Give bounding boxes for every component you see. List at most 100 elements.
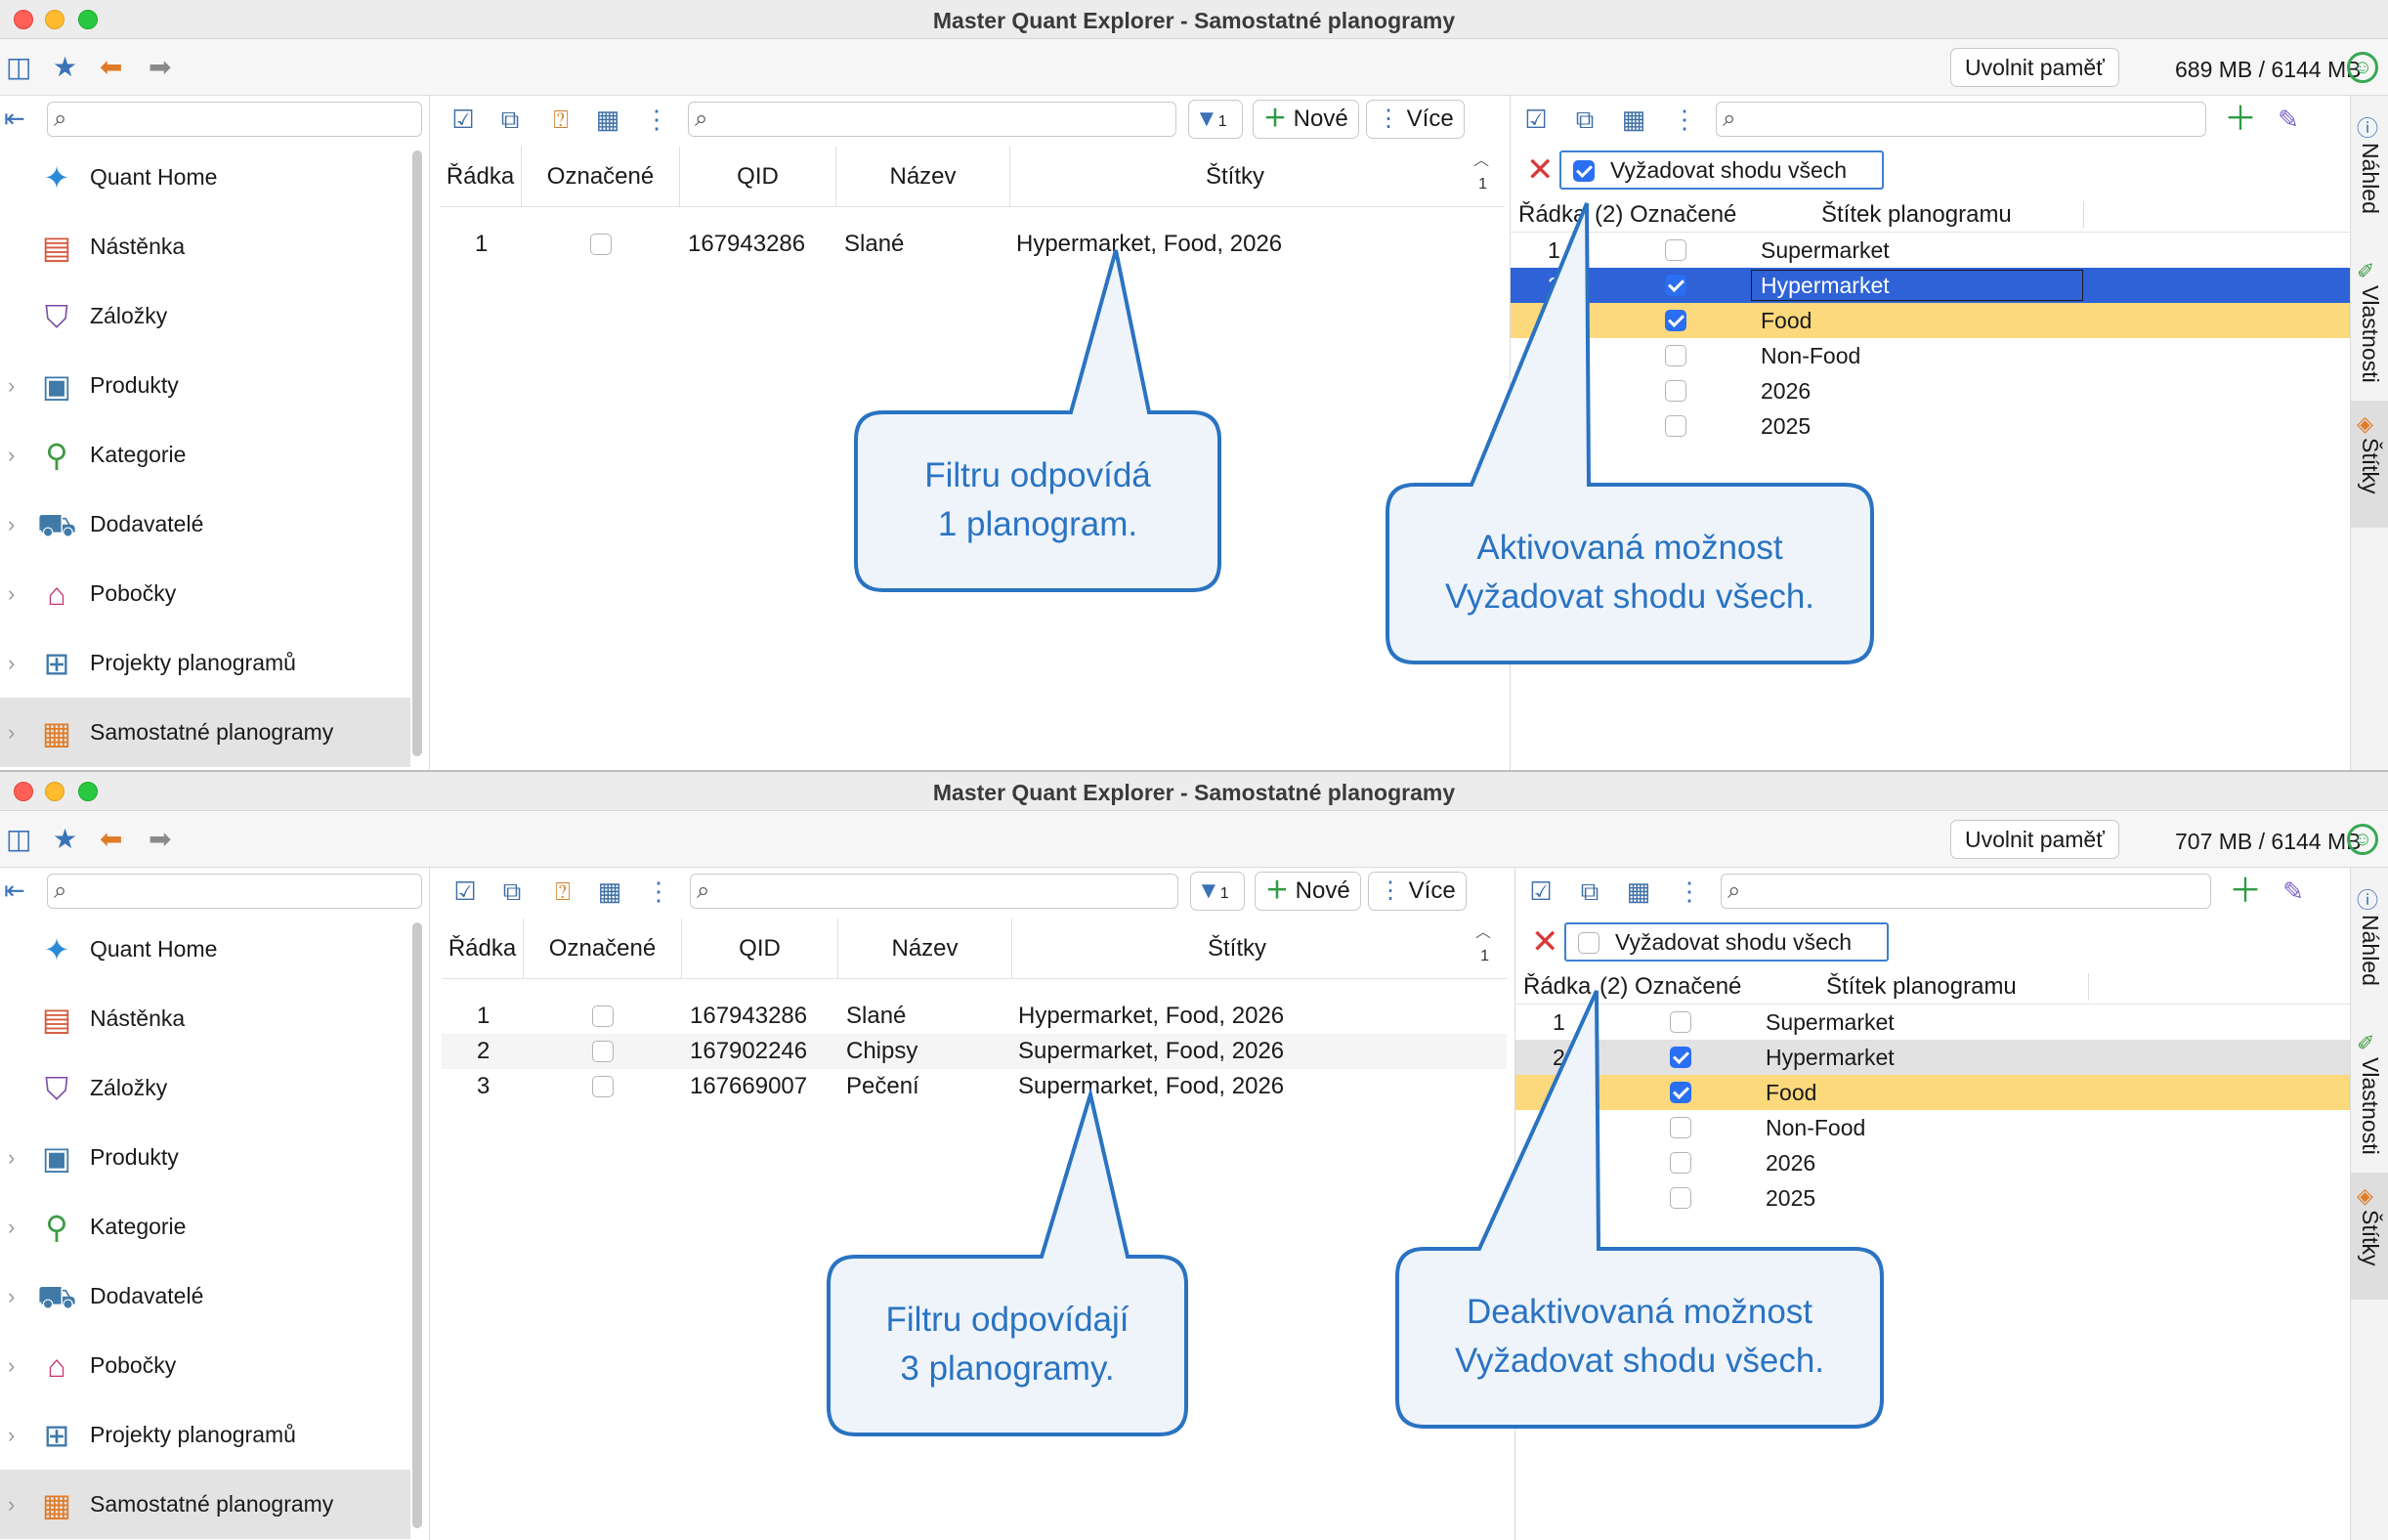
- row-mark-checkbox[interactable]: [592, 1005, 614, 1027]
- add-tag-icon[interactable]: ＋: [2229, 875, 2262, 908]
- sidebar-scrollbar[interactable]: [412, 150, 422, 756]
- require-all-checkbox-box[interactable]: [1573, 160, 1595, 182]
- sidebar-item-stores[interactable]: › ⌂ Pobočky: [0, 1331, 410, 1400]
- col-tags[interactable]: Štítky: [1010, 147, 1460, 207]
- tag-checkbox[interactable]: [1670, 1082, 1691, 1103]
- chevron-right-icon[interactable]: ›: [8, 1123, 15, 1192]
- col-qid[interactable]: QID: [682, 919, 838, 979]
- table-row[interactable]: 3 167669007 Pečení Supermarket, Food, 2026: [442, 1069, 1507, 1104]
- sidebar-toggle-icon[interactable]: ◫: [6, 54, 31, 81]
- col-marked[interactable]: (2) Označené: [1599, 969, 1741, 1005]
- sidebar-scrollbar[interactable]: [412, 922, 422, 1528]
- chevron-right-icon[interactable]: ›: [8, 698, 15, 767]
- sidebar-item-categories[interactable]: › ⚲ Kategorie: [0, 1192, 410, 1262]
- query-icon[interactable]: ⍰: [547, 876, 578, 907]
- sidebar-search-input[interactable]: ⌕: [47, 102, 422, 137]
- clear-filter-icon[interactable]: ✕: [1531, 922, 1559, 962]
- sort-up-icon[interactable]: ︿: [1473, 147, 1489, 170]
- more-vertical-icon[interactable]: ⋮: [641, 104, 672, 135]
- sidebar-item-bookmark[interactable]: ⛉ Záložky: [0, 281, 410, 351]
- col-tag-name[interactable]: Štítek planogramu: [1821, 197, 2012, 233]
- sidebar-item-stores[interactable]: › ⌂ Pobočky: [0, 559, 410, 628]
- chevron-right-icon[interactable]: ›: [8, 490, 15, 559]
- require-all-match-checkbox[interactable]: Vyžadovat shodu všech: [1559, 150, 1884, 190]
- chevron-right-icon[interactable]: ›: [8, 420, 15, 490]
- more-vertical-icon[interactable]: ⋮: [643, 876, 674, 907]
- sidebar-item-standalone-planograms[interactable]: › ▦ Samostatné planogramy: [0, 698, 410, 767]
- col-row[interactable]: Řádka: [1518, 197, 1586, 233]
- tab-tags[interactable]: ◈ Štítky: [2351, 1173, 2388, 1300]
- more-button[interactable]: ⋮ Více: [1368, 872, 1467, 911]
- table-settings-icon[interactable]: ▦: [1623, 876, 1654, 907]
- favorites-star-icon[interactable]: ★: [53, 54, 77, 81]
- tag-row[interactable]: 3 Food: [1515, 1075, 2356, 1110]
- back-arrow-icon[interactable]: ⬅: [100, 54, 122, 81]
- col-row[interactable]: Řádka: [1523, 969, 1591, 1005]
- tag-row[interactable]: 4 Non-Food: [1515, 1110, 2356, 1145]
- tag-checkbox[interactable]: [1665, 275, 1686, 296]
- col-name[interactable]: Název: [838, 919, 1012, 979]
- chevron-right-icon[interactable]: ›: [8, 559, 15, 628]
- col-marked[interactable]: (2) Označené: [1595, 197, 1736, 233]
- require-all-match-checkbox[interactable]: Vyžadovat shodu všech: [1564, 922, 1889, 962]
- tag-row[interactable]: 6 2025: [1515, 1180, 2356, 1216]
- more-vertical-icon[interactable]: ⋮: [1669, 104, 1700, 135]
- more-button[interactable]: ⋮ Více: [1366, 100, 1465, 139]
- col-name[interactable]: Název: [836, 147, 1010, 207]
- tab-preview[interactable]: ⓘ Náhled: [2351, 106, 2388, 242]
- tag-search-input[interactable]: ⌕: [1721, 874, 2211, 909]
- tag-checkbox[interactable]: [1665, 415, 1686, 437]
- sidebar-item-standalone-planograms[interactable]: › ▦ Samostatné planogramy: [0, 1470, 410, 1539]
- tag-row[interactable]: 1 Supermarket: [1511, 233, 2351, 268]
- sidebar-item-planogram-projects[interactable]: › ⊞ Projekty planogramů: [0, 628, 410, 698]
- table-row[interactable]: 2 167902246 Chipsy Supermarket, Food, 2026: [442, 1034, 1507, 1069]
- table-row[interactable]: 1 167943286 Slané Hypermarket, Food, 2026: [440, 227, 1505, 262]
- edit-tag-icon[interactable]: ✎: [2273, 104, 2304, 135]
- filter-button[interactable]: ▼1: [1188, 100, 1243, 139]
- new-button[interactable]: ＋ Nové: [1253, 100, 1359, 139]
- chevron-right-icon[interactable]: ›: [8, 1470, 15, 1539]
- sidebar-item-planogram-projects[interactable]: › ⊞ Projekty planogramů: [0, 1400, 410, 1470]
- col-tags[interactable]: Štítky: [1012, 919, 1462, 979]
- tag-row[interactable]: 1 Supermarket: [1515, 1005, 2356, 1040]
- tag-row[interactable]: 4 Non-Food: [1511, 338, 2351, 373]
- tag-row[interactable]: 5 2026: [1511, 373, 2351, 408]
- chevron-right-icon[interactable]: ›: [8, 1192, 15, 1262]
- sidebar-item-quant-home[interactable]: ✦ Quant Home: [0, 143, 410, 212]
- table-row[interactable]: 1 167943286 Slané Hypermarket, Food, 2026: [442, 999, 1507, 1034]
- table-settings-icon[interactable]: ▦: [594, 876, 625, 907]
- chevron-right-icon[interactable]: ›: [8, 351, 15, 420]
- back-arrow-icon[interactable]: ⬅: [100, 826, 122, 853]
- free-memory-button[interactable]: Uvolnit paměť: [1950, 820, 2119, 859]
- col-row[interactable]: Řádka: [442, 919, 524, 979]
- select-all-icon[interactable]: ☑: [1520, 104, 1552, 135]
- col-row[interactable]: Řádka: [440, 147, 522, 207]
- filter-button[interactable]: ▼1: [1190, 872, 1245, 911]
- chevron-right-icon[interactable]: ›: [8, 1331, 15, 1400]
- favorites-star-icon[interactable]: ★: [53, 826, 77, 853]
- tag-checkbox[interactable]: [1670, 1187, 1691, 1209]
- tag-row[interactable]: 6 2025: [1511, 408, 2351, 444]
- tag-checkbox[interactable]: [1670, 1011, 1691, 1033]
- tag-row[interactable]: 2 Hypermarket: [1511, 268, 2351, 303]
- copy-icon[interactable]: ⧉: [1569, 104, 1600, 135]
- sidebar-search-input[interactable]: ⌕: [47, 874, 422, 909]
- sidebar-item-products[interactable]: › ▣ Produkty: [0, 1123, 410, 1192]
- sidebar-item-bookmark[interactable]: ⛉ Záložky: [0, 1053, 410, 1123]
- row-mark-checkbox[interactable]: [592, 1076, 614, 1097]
- tag-checkbox[interactable]: [1665, 380, 1686, 402]
- row-mark-checkbox[interactable]: [590, 234, 612, 255]
- tab-preview[interactable]: ⓘ Náhled: [2351, 877, 2388, 1014]
- col-qid[interactable]: QID: [680, 147, 836, 207]
- select-all-icon[interactable]: ☑: [449, 876, 481, 907]
- free-memory-button[interactable]: Uvolnit paměť: [1950, 48, 2119, 87]
- copy-icon[interactable]: ⧉: [494, 104, 526, 135]
- sidebar-toggle-icon[interactable]: ◫: [6, 826, 31, 853]
- tag-checkbox[interactable]: [1670, 1047, 1691, 1068]
- new-button[interactable]: ＋ Nové: [1255, 872, 1361, 911]
- col-marked[interactable]: Označené: [522, 147, 680, 207]
- sort-up-icon[interactable]: ︿: [1475, 919, 1491, 942]
- forward-arrow-icon[interactable]: ➡: [149, 826, 171, 853]
- tag-row[interactable]: 5 2026: [1515, 1145, 2356, 1180]
- sidebar-collapse-icon[interactable]: ⇤: [4, 104, 25, 134]
